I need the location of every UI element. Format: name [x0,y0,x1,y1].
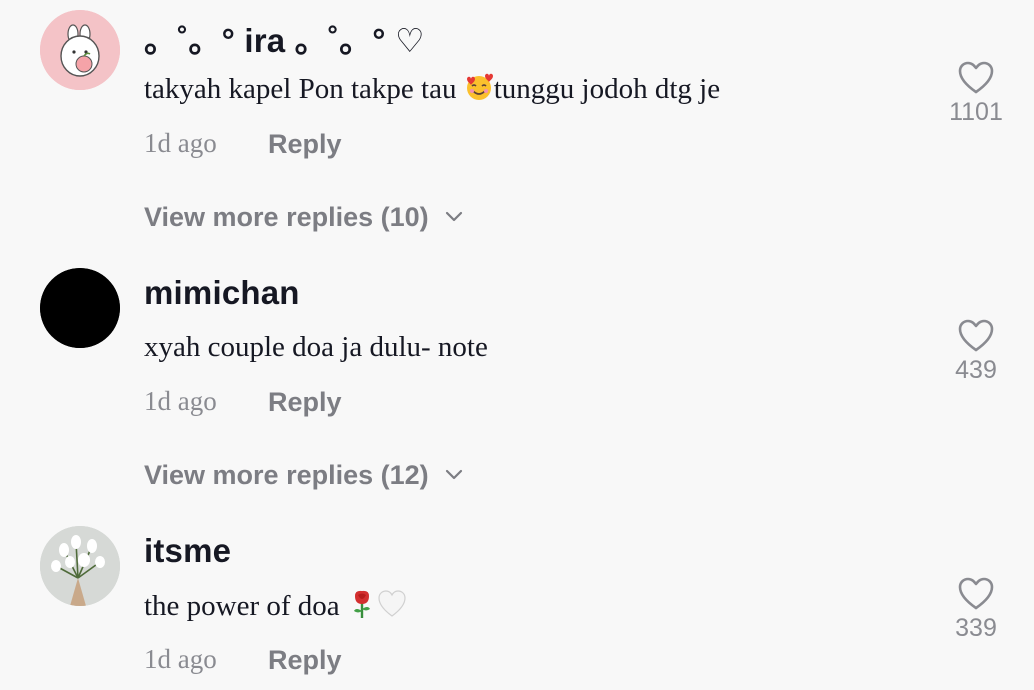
like-count: 1101 [949,98,1003,126]
user-avatar[interactable] [40,526,120,606]
rose-icon [353,590,370,618]
reply-button[interactable]: Reply [268,387,342,418]
comment-username[interactable]: mimichan [144,274,300,312]
comment-timestamp: 1d ago [144,386,217,416]
reply-button[interactable]: Reply [268,645,342,676]
heart-icon [958,61,994,94]
black-avatar [40,268,120,348]
comment-text-part: tunggu jodoh dtg je [493,73,721,105]
chevron-down-icon [445,469,462,480]
like-count: 339 [955,614,997,642]
view-more-replies-button[interactable]: View more replies (10) [144,202,463,233]
chevron-down-icon [445,211,462,222]
white-heart-icon [378,590,406,617]
comment-item: mimichan xyah couple doa ja dulu- note 1… [0,258,1034,516]
view-more-replies-label: View more replies (12) [144,460,429,490]
view-more-replies-label: View more replies (10) [144,202,429,232]
flower-bouquet-avatar [40,526,120,606]
user-avatar[interactable] [40,10,120,90]
comment-username[interactable]: itsme [144,532,231,570]
comment-text: xyah couple doa ja dulu- note [144,331,488,363]
comment-timestamp: 1d ago [144,128,217,158]
comment-item: 。˚。° ira 。˚。° ♡ takyah kapel Pon takpe t… [0,0,1034,258]
bunny-avatar-icon [40,10,120,90]
comment-text-part: takyah kapel Pon takpe tau [144,73,464,105]
heart-icon [958,319,994,352]
comment-text: the power of doa [144,589,407,623]
user-avatar[interactable] [40,268,120,348]
like-button[interactable]: 439 [940,318,1012,385]
comment-timestamp: 1d ago [144,644,217,674]
smiling-face-with-hearts-icon [466,73,493,100]
comment-item: itsme the power of doa 1d ago Reply 339 [0,516,1034,690]
like-button[interactable]: 339 [940,576,1012,643]
view-more-replies-button[interactable]: View more replies (12) [144,460,463,491]
heart-icon [958,577,994,610]
comment-text: takyah kapel Pon takpe tau tunggu jodoh … [144,72,720,106]
comment-username[interactable]: 。˚。° ira 。˚。° ♡ [144,14,425,62]
like-button[interactable]: 1101 [940,60,1012,127]
reply-button[interactable]: Reply [268,129,342,160]
like-count: 439 [955,356,997,384]
comment-text-part: the power of doa [144,590,347,622]
